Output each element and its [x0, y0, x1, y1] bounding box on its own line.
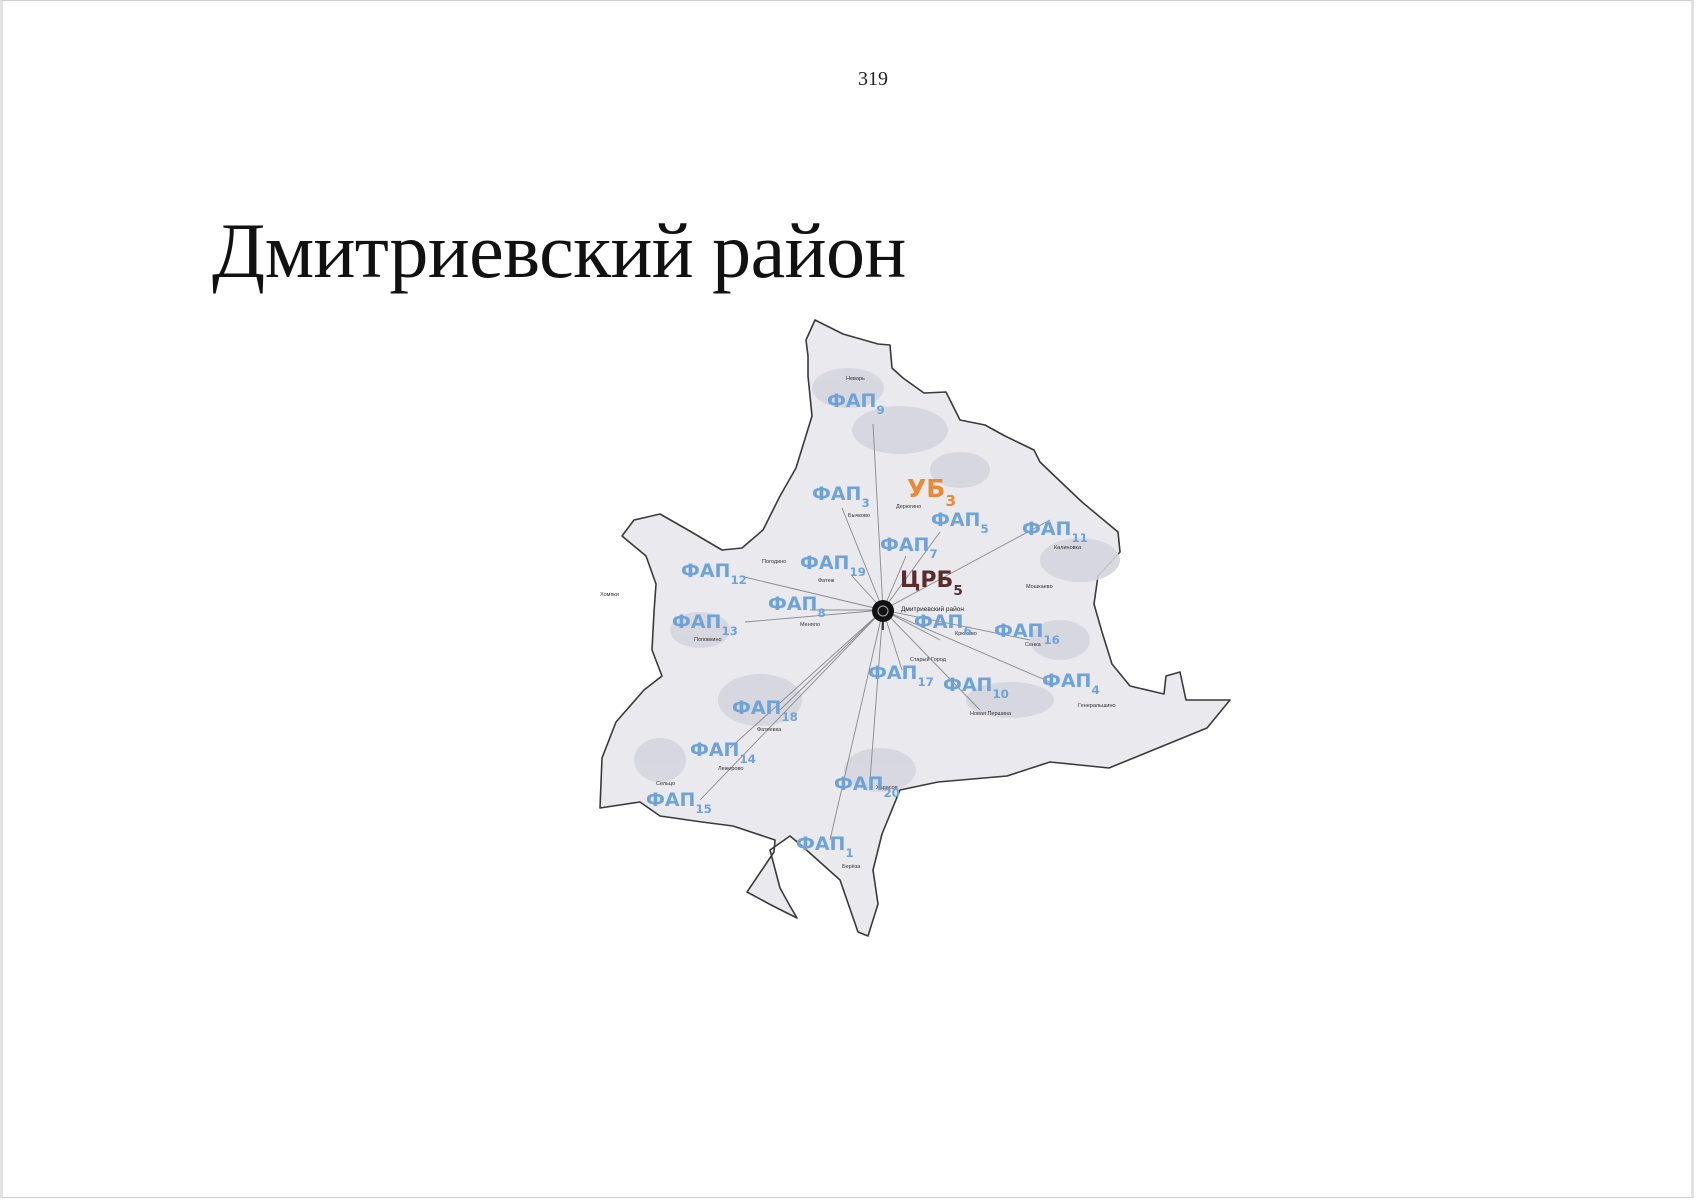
svg-text:Мошкаево: Мошкаево [1026, 584, 1053, 590]
svg-text:Дерюгино: Дерюгино [896, 504, 921, 510]
svg-text:Лежерово: Лежерово [718, 766, 743, 772]
svg-text:Бычково: Бычково [848, 513, 870, 519]
svg-text:Погодино: Погодино [762, 559, 786, 565]
svg-text:Хомяки: Хомяки [600, 592, 619, 598]
svg-text:Калиновка: Калиновка [1054, 545, 1082, 551]
svg-text:Неварь: Неварь [846, 376, 865, 382]
svg-text:Берёза: Берёза [842, 864, 861, 870]
svg-text:Фатеж: Фатеж [818, 578, 835, 584]
district-map: Дмитриевский район Неварь Дерюгино Бычко… [599, 319, 1231, 937]
svg-text:Генеральшино: Генеральшино [1078, 703, 1116, 709]
svg-text:Фатеевка: Фатеевка [757, 727, 782, 733]
svg-text:Сельцо: Сельцо [656, 781, 675, 787]
svg-text:Меняло: Меняло [800, 622, 820, 628]
svg-text:Поповкино: Поповкино [694, 637, 722, 643]
svg-text:Новая Першина: Новая Першина [970, 711, 1012, 717]
svg-text:Сенка: Сенка [1025, 642, 1042, 648]
